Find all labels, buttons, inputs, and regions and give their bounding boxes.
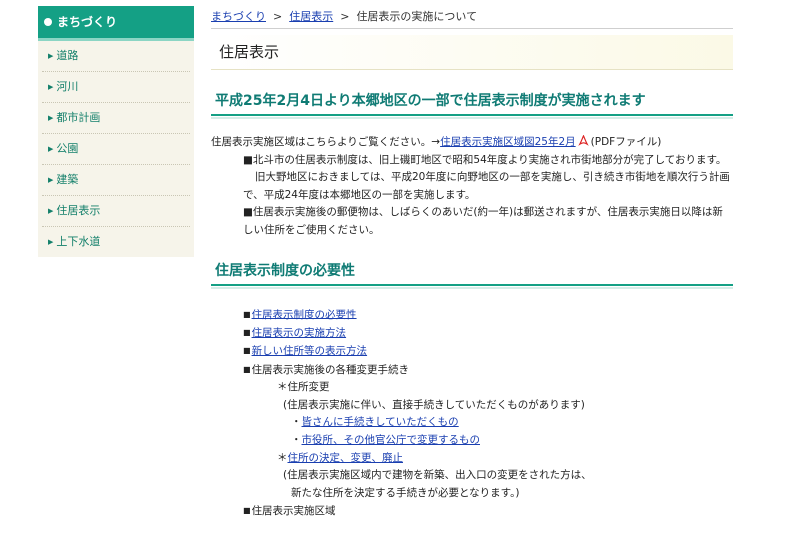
square-bullet-icon: ■ <box>243 506 251 516</box>
triangle-right-icon: ▶ <box>48 114 54 122</box>
section-heading-implementation: 平成25年2月4日より本郷地区の一部で住居表示制度が実施されます <box>211 90 733 119</box>
page-title: 住居表示 <box>211 35 733 70</box>
breadcrumb: まちづくり > 住居表示 > 住居表示の実施について <box>211 6 733 29</box>
square-bullet-icon: ■ <box>243 309 251 319</box>
triangle-right-icon: ▶ <box>48 83 54 91</box>
breadcrumb-current: 住居表示の実施について <box>356 10 478 23</box>
sidebar: まちづくり ▶ 道路 ▶ 河川 ▶ 都市計画 ▶ 公園 ▶ 建築 ▶ 住居表示 ▶ 上下水道 <box>38 6 194 257</box>
list-item: ■住居表示実施区域 <box>243 505 336 518</box>
square-bullet-icon: ■ <box>243 327 251 337</box>
section-heading-necessity: 住居表示制度の必要性 <box>211 260 733 289</box>
triangle-right-icon: ▶ <box>48 238 54 246</box>
paragraph-plan: 旧大野地区におきましては、平成20年度に向野地区の一部を実施し、引き続き市街地を… <box>243 171 730 201</box>
triangle-right-icon: ▶ <box>48 176 54 184</box>
sidebar-list: ▶ 道路 ▶ 河川 ▶ 都市計画 ▶ 公園 ▶ 建築 ▶ 住居表示 ▶ 上下水道 <box>38 41 194 257</box>
topic-list: ■住居表示制度の必要性 ■住居表示の実施方法 ■新しい住所等の表示方法 ■住居表… <box>211 306 733 521</box>
sub-note: (住居表示実施に伴い、直接手続きしていただくものがあります) <box>283 398 585 411</box>
list-item: ■住居表示実施後の各種変更手続き <box>243 363 410 376</box>
breadcrumb-separator: > <box>273 10 283 23</box>
square-bullet-icon: ■ <box>243 364 251 374</box>
sidebar-item-water[interactable]: ▶ 上下水道 <box>42 227 190 257</box>
pdf-icon <box>577 135 589 146</box>
breadcrumb-section-link[interactable]: 住居表示 <box>289 10 333 23</box>
breadcrumb-separator: > <box>340 10 350 23</box>
sub-note: (住居表示実施区域内で建物を新築、出入口の変更をされた方は、 <box>283 469 592 482</box>
sidebar-item-city-planning[interactable]: ▶ 都市計画 <box>42 103 190 134</box>
triangle-right-icon: ▶ <box>48 145 54 153</box>
breadcrumb-home-link[interactable]: まちづくり <box>211 10 266 23</box>
list-item: ・市役所、その他官公庁で変更するもの <box>291 433 481 446</box>
list-item: ＊住所の決定、変更、廃止 <box>277 451 404 464</box>
area-map-pdf-link[interactable]: 住居表示実施区域図25年2月 <box>440 136 576 148</box>
triangle-right-icon: ▶ <box>48 52 54 60</box>
sidebar-item-road[interactable]: ▶ 道路 <box>42 41 190 72</box>
sidebar-item-address-display[interactable]: ▶ 住居表示 <box>42 196 190 227</box>
triangle-right-icon: ▶ <box>48 207 54 215</box>
square-bullet-icon: ■ <box>243 346 251 356</box>
list-item: ■新しい住所等の表示方法 <box>243 342 733 360</box>
list-item: ■住居表示制度の必要性 <box>243 306 733 324</box>
intro-line: 住居表示実施区域はこちらよりご覧ください。→住居表示実施区域図25年2月 (PDF… <box>211 135 662 148</box>
sub-note: 新たな住所を決定する手続きが必要となります。) <box>291 486 520 499</box>
display-method-link[interactable]: 新しい住所等の表示方法 <box>252 345 368 357</box>
sidebar-item-river[interactable]: ▶ 河川 <box>42 72 190 103</box>
paragraph-mail: ■住居表示実施後の郵便物は、しばらくのあいだ(約一年)は郵送されますが、住居表示… <box>243 206 723 236</box>
list-item: ■住居表示の実施方法 <box>243 324 733 342</box>
circle-bullet-icon <box>44 17 52 26</box>
sidebar-item-building[interactable]: ▶ 建築 <box>42 165 190 196</box>
sidebar-item-park[interactable]: ▶ 公園 <box>42 134 190 165</box>
office-procedures-link[interactable]: 市役所、その他官公庁で変更するもの <box>302 434 481 446</box>
method-link[interactable]: 住居表示の実施方法 <box>252 327 347 339</box>
sidebar-title[interactable]: まちづくり <box>38 6 194 41</box>
paragraph-history: ■北斗市の住居表示制度は、旧上磯町地区で昭和54年度より実施され市街地部分が完了… <box>243 153 727 166</box>
address-decision-link[interactable]: 住所の決定、変更、廃止 <box>288 452 404 464</box>
main-content: まちづくり > 住居表示 > 住居表示の実施について 住居表示 平成25年2月4日より本… <box>211 6 733 521</box>
list-item: ・皆さんに手続きしていただくもの <box>291 416 459 429</box>
sub-title: ＊住所変更 <box>277 381 330 394</box>
necessity-link[interactable]: 住居表示制度の必要性 <box>252 308 357 320</box>
resident-procedures-link[interactable]: 皆さんに手続きしていただくもの <box>302 416 459 428</box>
